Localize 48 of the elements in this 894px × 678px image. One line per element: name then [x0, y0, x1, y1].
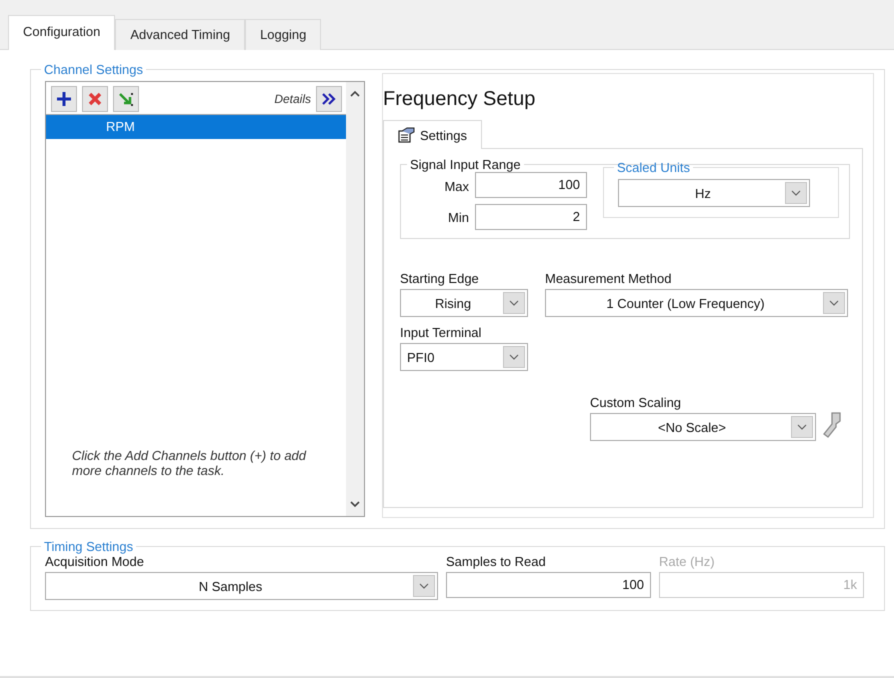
chevron-down-icon: [509, 354, 519, 360]
field-label: Samples to Read: [446, 554, 547, 569]
tab[interactable]: Advanced Timing: [115, 19, 246, 50]
section-title: Frequency Setup: [383, 87, 536, 112]
scrollbar[interactable]: [346, 82, 364, 516]
field-label: Starting Edge: [400, 271, 480, 286]
group-title: Channel Settings: [43, 62, 144, 77]
field-label: Min: [448, 210, 469, 225]
units-dropdown[interactable]: Hz: [618, 179, 810, 207]
close-icon: [88, 92, 102, 106]
group-title: Scaled Units: [616, 160, 691, 175]
double-chevron-icon: [322, 93, 336, 105]
terminal-dropdown[interactable]: PFI0: [400, 343, 528, 371]
chevron-down-icon: [797, 424, 807, 430]
chevron-down-icon: [829, 300, 839, 306]
channel-item[interactable]: RPM: [46, 115, 346, 139]
field-label: Custom Scaling: [590, 395, 682, 410]
field-label: Measurement Method: [545, 271, 672, 286]
details-button[interactable]: [316, 86, 342, 112]
field-label: Rate (Hz): [659, 554, 716, 569]
hint-text: Click the Add Channels button (+) to add more channels to the task.: [71, 448, 308, 480]
method-dropdown[interactable]: 1 Counter (Low Frequency): [545, 289, 848, 317]
scaling-dropdown[interactable]: <No Scale>: [590, 413, 816, 441]
field-label: Input Terminal: [400, 325, 482, 340]
plus-icon: [56, 91, 72, 107]
chevron-down-icon: [419, 583, 429, 589]
arrow-button[interactable]: [113, 86, 139, 112]
min-field[interactable]: 2: [475, 204, 587, 230]
tab[interactable]: Logging: [245, 19, 322, 50]
settings-tab[interactable]: Settings: [383, 120, 482, 149]
add-button[interactable]: [51, 86, 77, 112]
edge-dropdown[interactable]: Rising: [400, 289, 528, 317]
field-label: Acquisition Mode: [45, 554, 145, 569]
chevron-up-icon: [350, 90, 360, 98]
mode-dropdown[interactable]: N Samples: [45, 572, 438, 600]
settings-icon: [398, 127, 415, 143]
chevron-down-icon: [791, 190, 801, 196]
arrow-icon: [118, 91, 134, 107]
samples-field[interactable]: 100: [446, 572, 651, 598]
details-label: Details: [274, 92, 311, 106]
group-title: Signal Input Range: [409, 157, 522, 172]
field-label: Max: [444, 179, 469, 194]
tab[interactable]: Configuration: [8, 15, 116, 50]
delete-button[interactable]: [82, 86, 108, 112]
group-title: Timing Settings: [43, 539, 134, 554]
chevron-down-icon: [350, 500, 360, 508]
max-field[interactable]: 100: [475, 172, 587, 198]
chevron-down-icon: [509, 300, 519, 306]
